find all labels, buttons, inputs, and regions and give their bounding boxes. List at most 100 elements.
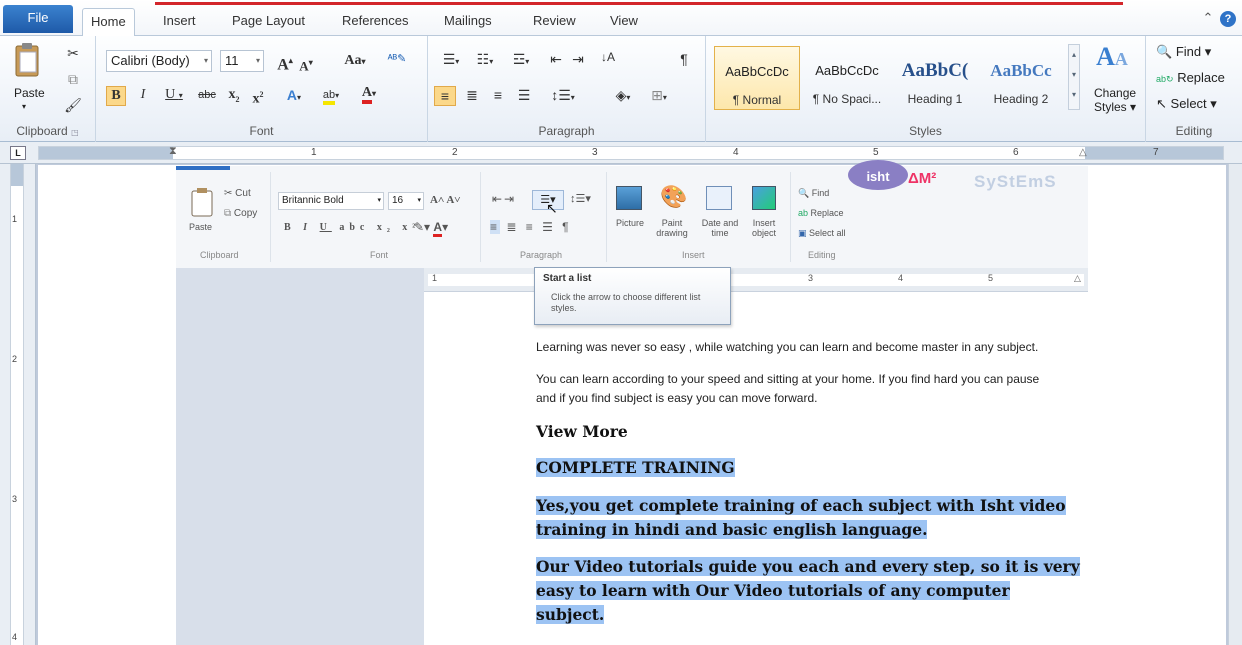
tab-references[interactable]: References [334, 8, 416, 36]
doc-heading-view-more[interactable]: View More [536, 420, 628, 444]
copy-icon[interactable]: ⧉ [64, 70, 82, 88]
doc-selected-line[interactable]: Our Video tutorials guide you each and e… [536, 555, 1080, 579]
doc-selected-line[interactable]: easy to learn with Our Video tutorials o… [536, 579, 1010, 603]
embedded-object-icon [752, 186, 776, 210]
bold-button[interactable]: B [106, 86, 126, 106]
shading-icon[interactable]: ◈▾ [608, 86, 638, 107]
doc-paragraph-1[interactable]: Learning was never so easy , while watch… [536, 340, 1038, 354]
align-left-icon[interactable]: ≡ [434, 86, 456, 106]
font-color-icon[interactable]: A▾ [354, 84, 384, 104]
bullets-icon[interactable]: ☰▾ [436, 50, 466, 71]
embedded-logo-mark-icon: ΔM² [908, 170, 937, 187]
tab-selector-icon[interactable]: L [10, 146, 26, 160]
embedded-ribbon: Paste ✂ Cut ⧉ Copy Clipboard Britannic B… [176, 160, 1088, 268]
embedded-select-all-button: ▣ Select all [798, 228, 846, 238]
increase-indent-icon[interactable]: ⇥ [568, 50, 588, 68]
doc-selected-line[interactable]: Yes,you get complete training of each su… [536, 494, 1066, 518]
style-no-spacing[interactable]: AaBbCcDc ¶ No Spaci... [804, 46, 890, 110]
change-styles-icon[interactable]: AA [1090, 42, 1134, 78]
right-indent-marker-icon[interactable]: △ [1079, 147, 1087, 158]
vertical-ruler[interactable]: 1 2 3 4 [0, 164, 36, 645]
embedded-left-pane [176, 268, 424, 645]
underline-button[interactable]: U ▾ [158, 86, 190, 105]
doc-paragraph-2-line-2[interactable]: and if you find subject is easy you can … [536, 391, 817, 405]
select-button[interactable]: ↖ Select ▾ [1156, 96, 1217, 112]
vertical-ruler-number: 1 [12, 214, 18, 224]
shrink-font-icon[interactable]: A▾ [298, 54, 314, 75]
change-case-icon[interactable]: Aa▾ [342, 52, 368, 71]
align-center-icon[interactable]: ≣ [462, 86, 482, 104]
replace-button[interactable]: ab↻ Replace [1156, 70, 1225, 85]
font-name-value: Calibri (Body) [111, 53, 190, 68]
embedded-logo-text: SyStEmS [974, 172, 1057, 191]
left-indent-marker-icon[interactable]: ⧗ [169, 145, 177, 158]
horizontal-ruler[interactable]: L 1 2 3 4 5 6 7 ⧗ △ [0, 142, 1242, 164]
doc-paragraph-2-line-1[interactable]: You can learn according to your speed an… [536, 372, 1039, 386]
decrease-indent-icon[interactable]: ⇤ [546, 50, 566, 68]
tab-file[interactable]: File [3, 5, 73, 33]
embedded-ruler-number: 4 [898, 273, 904, 283]
tab-home[interactable]: Home [82, 8, 135, 37]
vertical-scrollbar[interactable] [1228, 164, 1242, 645]
doc-selected-line[interactable]: training in hindi and basic english lang… [536, 518, 928, 542]
align-right-icon[interactable]: ≡ [488, 86, 508, 104]
paste-dropdown-icon[interactable]: ▾ [22, 102, 26, 111]
help-icon[interactable]: ? [1220, 11, 1236, 27]
style-heading-2[interactable]: AaBbCc Heading 2 [978, 46, 1064, 110]
italic-button[interactable]: I [134, 86, 152, 104]
strikethrough-button[interactable]: abc [194, 86, 220, 104]
embedded-font-size-box: 16 ▾ [388, 192, 424, 210]
line-spacing-icon[interactable]: ↕☰▾ [548, 86, 578, 107]
embedded-replace-icon: ab [798, 208, 809, 218]
superscript-button[interactable]: x2 [248, 86, 268, 109]
embedded-clipboard-label: Clipboard [200, 250, 239, 260]
embedded-paste-label: Paste [189, 222, 213, 232]
embedded-font-style-icons: B I U abc x₂ x² [284, 222, 421, 233]
justify-icon[interactable]: ☰ [514, 86, 534, 104]
editing-group: 🔍 Find ▾ ab↻ Replace ↖ Select ▾ Editing [1146, 36, 1242, 142]
tab-page-layout[interactable]: Page Layout [224, 8, 313, 36]
embedded-separator [790, 172, 791, 262]
numbering-icon[interactable]: ☷▾ [470, 50, 500, 71]
ruler-track: 1 2 3 4 5 6 7 ⧗ △ [38, 145, 1224, 160]
font-size-dropdown-icon[interactable]: ▾ [256, 51, 260, 71]
format-painter-icon[interactable]: 🖌 [64, 96, 82, 114]
styles-gallery-scroll[interactable]: ▴ ▾ ▾ [1068, 44, 1080, 110]
minimize-ribbon-icon[interactable]: ⌃ [1200, 10, 1216, 26]
embedded-find-icon: 🔍 [798, 188, 810, 198]
tab-mailings[interactable]: Mailings [436, 8, 500, 36]
paste-label: Paste [14, 86, 45, 100]
highlight-color-icon[interactable]: ab▾ [314, 84, 348, 105]
clipboard-group-label: Clipboard ◳ [16, 124, 79, 138]
text-effects-icon[interactable]: A▾ [280, 86, 308, 107]
tab-view[interactable]: View [602, 8, 646, 36]
paste-button[interactable] [10, 42, 44, 86]
grow-font-icon[interactable]: A▴ [276, 52, 294, 74]
styles-group-label: Styles [909, 124, 942, 138]
tab-insert[interactable]: Insert [155, 8, 204, 36]
change-styles-button[interactable]: Change Styles ▾ [1094, 86, 1144, 114]
clear-formatting-icon[interactable]: ᴬᴮ✎ [386, 50, 408, 68]
cut-icon[interactable]: ✂ [64, 44, 82, 62]
sort-icon[interactable]: ↓A [598, 48, 618, 66]
style-normal[interactable]: AaBbCcDc ¶ Normal [714, 46, 800, 110]
font-size-box[interactable]: 11 ▾ [220, 50, 264, 72]
doc-heading-complete-training[interactable]: COMPLETE TRAINING [536, 456, 735, 480]
embedded-tooltip: Start a list Click the arrow to choose d… [534, 267, 731, 325]
find-button[interactable]: 🔍 Find ▾ [1156, 44, 1211, 60]
style-heading-1[interactable]: AaBbC( Heading 1 [892, 46, 978, 110]
multilevel-list-icon[interactable]: ☲▾ [504, 50, 538, 71]
subscript-button[interactable]: x2 [224, 86, 244, 109]
font-name-box[interactable]: Calibri (Body) ▾ [106, 50, 212, 72]
vertical-ruler-number: 2 [12, 354, 18, 364]
tab-review[interactable]: Review [525, 8, 584, 36]
ribbon-tab-bar: File Home Insert Page Layout References … [0, 0, 1242, 37]
style-normal-label: ¶ Normal [732, 93, 782, 107]
borders-icon[interactable]: ⊞▾ [644, 86, 674, 107]
doc-selected-line[interactable]: subject. [536, 603, 605, 627]
embedded-ruler-number: 5 [988, 273, 994, 283]
font-name-dropdown-icon[interactable]: ▾ [204, 51, 208, 71]
show-formatting-icon[interactable]: ¶ [674, 50, 694, 68]
embedded-cut-button: ✂ Cut [224, 188, 251, 199]
accent-line [155, 2, 1123, 5]
